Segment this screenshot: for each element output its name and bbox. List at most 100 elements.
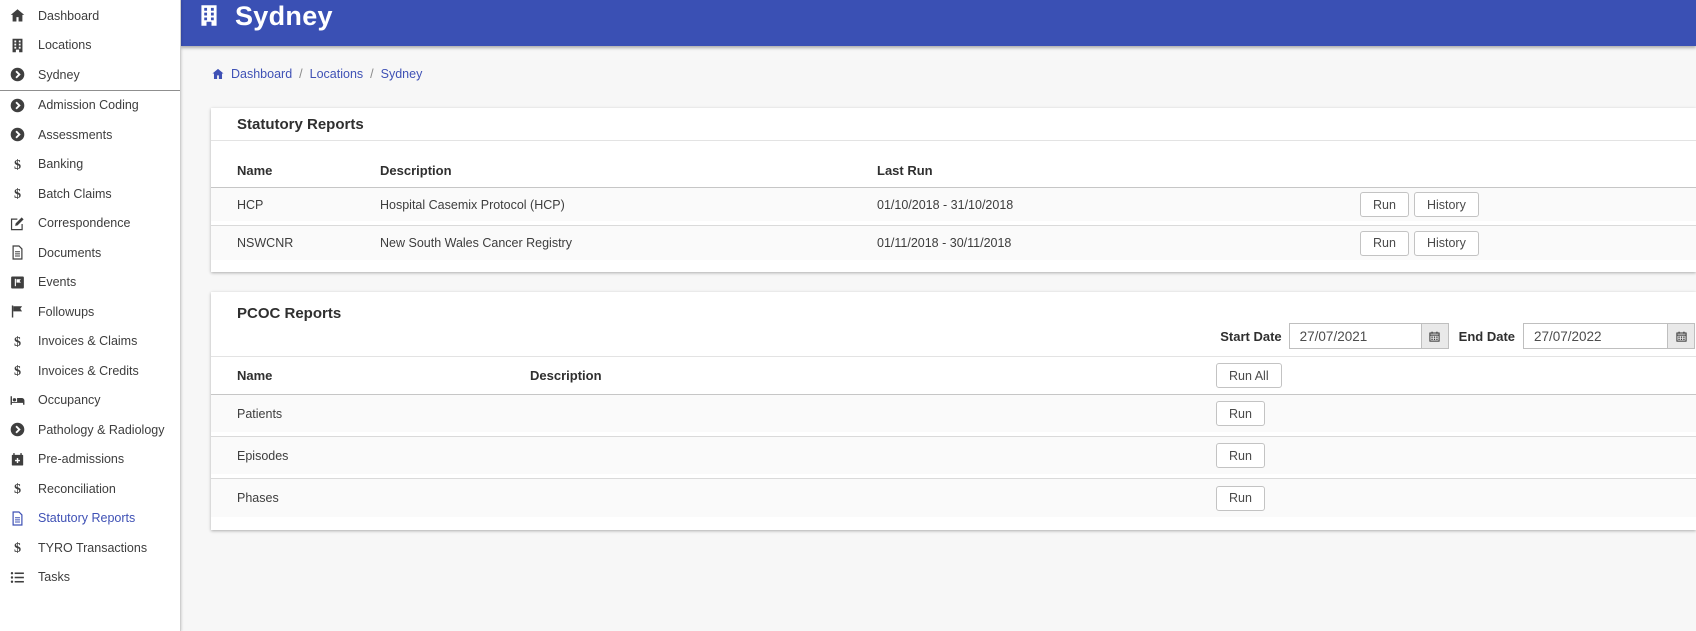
list-icon	[9, 569, 26, 586]
sidebar: Dashboard Locations Sydney Admission Cod…	[0, 0, 181, 631]
sidebar-item-locations[interactable]: Locations	[0, 31, 180, 61]
breadcrumb-link-locations[interactable]: Locations	[310, 67, 364, 81]
arrow-circle-right-icon	[9, 126, 26, 143]
report-name: Episodes	[237, 448, 289, 463]
dollar-icon: $	[9, 185, 26, 202]
breadcrumb-separator: /	[299, 66, 303, 81]
building-icon	[196, 1, 222, 30]
sidebar-item-label: Tasks	[38, 570, 70, 585]
sidebar-item-banking[interactable]: $ Banking	[0, 150, 180, 180]
sidebar-item-invoices-claims[interactable]: $ Invoices & Claims	[0, 327, 180, 357]
sidebar-item-label: Pre-admissions	[38, 452, 125, 467]
sidebar-item-documents[interactable]: Documents	[0, 238, 180, 268]
report-name: NSWCNR	[237, 236, 294, 250]
start-date-label: Start Date	[1220, 328, 1282, 344]
statutory-reports-panel: Statutory Reports Name Description Last …	[211, 108, 1696, 272]
app-window: Dashboard Locations Sydney Admission Cod…	[0, 0, 1696, 631]
flag-icon	[9, 303, 26, 320]
panel-title: Statutory Reports	[237, 115, 364, 133]
svg-text:$: $	[14, 363, 21, 379]
run-all-button[interactable]: Run All	[1216, 363, 1282, 388]
sidebar-item-batch-claims[interactable]: $ Batch Claims	[0, 179, 180, 209]
dollar-icon: $	[9, 333, 26, 350]
sidebar-item-tasks[interactable]: Tasks	[0, 563, 180, 593]
building-icon	[9, 37, 26, 54]
sidebar-item-label: Invoices & Claims	[38, 334, 138, 349]
content: Dashboard / Locations / Sydney Statutory…	[181, 46, 1696, 631]
run-button[interactable]: Run	[1216, 401, 1265, 426]
sidebar-item-statutory-reports[interactable]: Statutory Reports	[0, 504, 180, 534]
file-icon	[9, 244, 26, 261]
sidebar-item-tyro-transactions[interactable]: $ TYRO Transactions	[0, 533, 180, 563]
svg-text:$: $	[14, 540, 21, 556]
history-button[interactable]: History	[1413, 230, 1479, 256]
sidebar-item-label: Admission Coding	[38, 98, 139, 113]
calendar-icon	[1428, 330, 1441, 343]
sidebar-item-reconciliation[interactable]: $ Reconciliation	[0, 474, 180, 504]
sidebar-item-label: Occupancy	[38, 393, 101, 408]
column-header-description: Description	[530, 368, 602, 383]
svg-text:$: $	[14, 157, 21, 173]
run-button[interactable]: Run	[1216, 443, 1265, 468]
main-area: Sydney Dashboard / Locations / Sydney St…	[181, 0, 1696, 631]
column-header-name: Name	[237, 368, 273, 383]
edit-icon	[9, 215, 26, 232]
sidebar-item-assessments[interactable]: Assessments	[0, 120, 180, 150]
breadcrumb-link-dashboard[interactable]: Dashboard	[231, 67, 292, 81]
sidebar-item-label: Correspondence	[38, 216, 131, 231]
page-title: Sydney	[235, 1, 333, 31]
report-description: Hospital Casemix Protocol (HCP)	[380, 197, 565, 212]
sidebar-item-dashboard[interactable]: Dashboard	[0, 1, 180, 31]
dollar-icon: $	[9, 539, 26, 556]
table-header-row: Name Description Last Run	[211, 141, 1696, 188]
sidebar-item-label: Locations	[38, 38, 92, 53]
calendar-plus-icon	[9, 451, 26, 468]
sidebar-item-pre-admissions[interactable]: Pre-admissions	[0, 445, 180, 475]
table-header-row: Name Description Run All	[211, 357, 1696, 395]
run-button[interactable]: Run	[1216, 485, 1265, 511]
sidebar-item-invoices-credits[interactable]: $ Invoices & Credits	[0, 356, 180, 386]
panel-title: PCOC Reports	[237, 305, 342, 322]
sidebar-item-label: Documents	[38, 245, 102, 260]
sidebar-item-followups[interactable]: Followups	[0, 297, 180, 327]
svg-text:$: $	[14, 481, 21, 497]
sidebar-item-label: Events	[38, 275, 77, 290]
sidebar-item-label: Reconciliation	[38, 481, 116, 496]
dollar-icon: $	[9, 156, 26, 173]
sidebar-item-admission-coding[interactable]: Admission Coding	[0, 91, 180, 121]
sidebar-item-correspondence[interactable]: Correspondence	[0, 209, 180, 239]
table-row: HCP Hospital Casemix Protocol (HCP) 01/1…	[211, 188, 1696, 226]
sidebar-item-label: Statutory Reports	[38, 511, 136, 526]
end-date-calendar-button[interactable]	[1667, 323, 1695, 349]
sidebar-item-label: Dashboard	[38, 8, 100, 23]
file-icon	[9, 510, 26, 527]
report-name: Phases	[237, 491, 279, 505]
svg-text:$: $	[14, 334, 21, 350]
start-date-input[interactable]	[1288, 323, 1422, 349]
sidebar-item-pathology-radiology[interactable]: Pathology & Radiology	[0, 415, 180, 445]
start-date-calendar-button[interactable]	[1420, 323, 1449, 349]
flag-square-icon	[9, 274, 26, 291]
column-header-last-run: Last Run	[877, 163, 933, 178]
breadcrumb-link-sydney[interactable]: Sydney	[381, 67, 423, 81]
home-icon	[211, 67, 225, 81]
sidebar-item-label: Invoices & Credits	[38, 363, 139, 378]
pcoc-panel-header: PCOC Reports Start Date End Date	[211, 292, 1696, 357]
report-last-run: 01/11/2018 - 30/11/2018	[877, 236, 1012, 250]
end-date-input[interactable]	[1523, 323, 1668, 349]
run-button[interactable]: Run	[1360, 230, 1409, 256]
arrow-circle-right-icon	[9, 97, 26, 114]
sidebar-item-label: Sydney	[38, 67, 80, 82]
dollar-icon: $	[9, 362, 26, 379]
sidebar-item-label: Batch Claims	[38, 186, 112, 201]
sidebar-item-occupancy[interactable]: Occupancy	[0, 386, 180, 416]
sidebar-item-sydney[interactable]: Sydney	[0, 60, 180, 90]
sidebar-item-events[interactable]: Events	[0, 268, 180, 298]
report-last-run: 01/10/2018 - 31/10/2018	[877, 197, 1014, 212]
arrow-circle-right-icon	[9, 66, 26, 83]
pcoc-reports-panel: PCOC Reports Start Date End Date	[211, 292, 1696, 530]
date-range-controls: Start Date End Date	[1220, 323, 1695, 349]
sidebar-item-label: Followups	[38, 304, 95, 319]
run-button[interactable]: Run	[1360, 192, 1409, 217]
history-button[interactable]: History	[1413, 192, 1479, 217]
